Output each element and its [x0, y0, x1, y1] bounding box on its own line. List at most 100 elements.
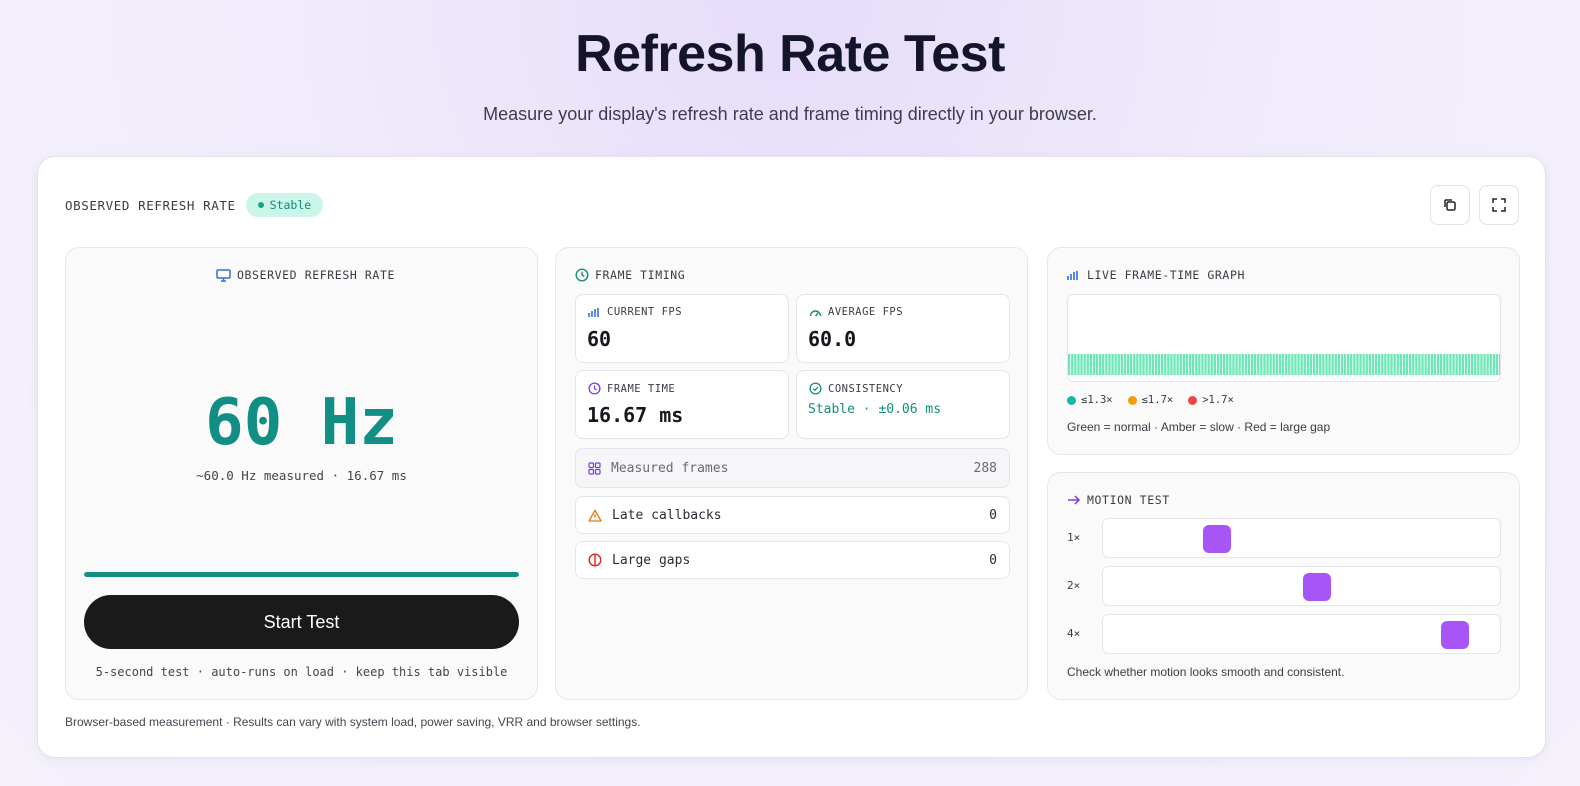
motion-track-label: 2×	[1067, 579, 1081, 592]
frame-time-bar	[1489, 353, 1492, 375]
grid-icon	[588, 461, 601, 475]
frame-time-bar	[1359, 353, 1362, 375]
fullscreen-button[interactable]	[1479, 185, 1519, 225]
frame-time-bar	[1254, 353, 1257, 375]
start-test-button[interactable]: Start Test	[84, 595, 519, 649]
measured-frames-label: Measured frames	[611, 460, 729, 476]
frame-time-bar	[1092, 353, 1096, 375]
frame-time-bar	[1471, 353, 1474, 375]
refresh-rate-value: 60 Hz	[205, 386, 398, 460]
frame-time-bar	[1495, 353, 1499, 375]
frame-time-bar	[1068, 353, 1071, 375]
frame-time-bar	[1151, 353, 1154, 375]
frame-time-bar	[1309, 353, 1313, 375]
refresh-rate-detail: ~60.0 Hz measured · 16.67 ms	[196, 468, 407, 483]
frame-time-bar	[1328, 353, 1331, 375]
frame-time-bar	[1443, 353, 1446, 375]
frame-time-bar	[1232, 353, 1235, 375]
frame-time-bar	[1325, 353, 1328, 375]
frame-time-bar	[1337, 353, 1340, 375]
consistency-value: Stable · ±0.06 ms	[808, 402, 942, 417]
frame-time-bar	[1368, 353, 1371, 375]
frame-time-bar	[1374, 353, 1378, 375]
legend-dot	[1188, 395, 1198, 405]
frame-time-bar	[1204, 353, 1207, 375]
frame-time-bar	[1405, 353, 1409, 375]
test-progress-fill	[84, 572, 519, 577]
consistency-label-text: CONSISTENCY	[828, 382, 904, 395]
motion-test-panel: MOTION TEST 1× 2× 4× Check whether motion …	[1047, 472, 1520, 700]
frame-time-bar	[1161, 353, 1164, 375]
current-fps-label: CURRENT FPS	[588, 306, 682, 318]
frame-time-bar	[1486, 353, 1489, 375]
frame-time-bar	[1285, 353, 1288, 375]
frame-time-bar	[1353, 353, 1356, 375]
frame-time-bar	[1319, 353, 1322, 375]
average-fps-tile: AVERAGE FPS 60.0	[796, 294, 1010, 363]
frame-time-bar	[1182, 353, 1185, 375]
gap-icon	[588, 553, 602, 567]
frame-time-bar	[1077, 353, 1080, 375]
frame-time-bar	[1241, 353, 1244, 375]
frame-time-bar	[1449, 353, 1452, 375]
copy-button[interactable]	[1430, 185, 1470, 225]
frame-time-bar	[1148, 353, 1151, 375]
bar-chart-icon	[1067, 270, 1078, 280]
frame-time-bar	[1430, 353, 1433, 375]
frame-time-bar	[1170, 353, 1173, 375]
check-circle-icon	[809, 382, 822, 395]
frame-time-value: 16.67 ms	[587, 403, 684, 427]
frame-time-bar	[1207, 353, 1210, 375]
frame-time-bar	[1433, 353, 1437, 375]
frame-time-bar	[1300, 353, 1303, 375]
frame-time-bar	[1167, 353, 1170, 375]
frame-time-bar	[1446, 353, 1449, 375]
frame-time-bar	[1080, 353, 1083, 375]
bar-chart-icon	[588, 307, 599, 317]
average-fps-value: 60.0	[808, 327, 857, 351]
frame-time-bar	[1498, 353, 1500, 375]
frame-time-bar	[1393, 353, 1396, 375]
frame-time-bar	[1387, 353, 1390, 375]
status-dot	[257, 202, 264, 208]
frame-time-bar	[1195, 353, 1198, 375]
page-title: Refresh Rate Test	[575, 25, 1005, 83]
frame-time-bar	[1350, 353, 1353, 375]
frame-time-bar	[1306, 353, 1309, 375]
frame-time-bar	[1288, 353, 1291, 375]
frame-time-bar	[1467, 353, 1471, 375]
frame-time-bar	[1229, 353, 1232, 375]
frame-timing-title: FRAME TIMING	[575, 268, 685, 282]
frame-timing-panel: FRAME TIMING CURRENT FPS 60 AVERAGE FPS …	[555, 247, 1028, 700]
frame-time-bar	[1365, 353, 1368, 375]
frame-time-bar	[1452, 353, 1455, 375]
frame-time-bar	[1362, 353, 1365, 375]
large-gaps-value: 0	[989, 552, 997, 568]
frame-time-bar	[1226, 353, 1229, 375]
test-progress-bar	[84, 572, 519, 577]
frame-time-bar	[1142, 353, 1145, 375]
frame-time-bar	[1474, 353, 1477, 375]
frame-time-bar	[1415, 353, 1418, 375]
frame-time-bar	[1247, 353, 1251, 375]
motion-test-title-text: MOTION TEST	[1087, 493, 1170, 507]
motion-track	[1102, 614, 1501, 654]
frame-time-bar	[1275, 353, 1278, 375]
motion-track	[1102, 566, 1501, 606]
frame-time-bar	[1111, 353, 1114, 375]
frame-time-bar	[1281, 353, 1285, 375]
late-callbacks-value: 0	[989, 507, 997, 523]
frame-time-bar	[1188, 353, 1192, 375]
current-fps-value: 60	[587, 327, 612, 351]
frame-time-bar	[1480, 353, 1483, 375]
frame-time-bar	[1331, 353, 1334, 375]
frame-time-bar	[1216, 353, 1220, 375]
motion-block	[1203, 525, 1232, 553]
frame-time-bar	[1477, 353, 1480, 375]
frame-time-bar	[1316, 353, 1319, 375]
frame-time-graph-svg	[1068, 353, 1500, 375]
frame-time-bar	[1269, 353, 1272, 375]
frame-time-bar	[1294, 353, 1297, 375]
status-badge: Stable	[245, 193, 324, 217]
frame-time-bar	[1427, 353, 1430, 375]
